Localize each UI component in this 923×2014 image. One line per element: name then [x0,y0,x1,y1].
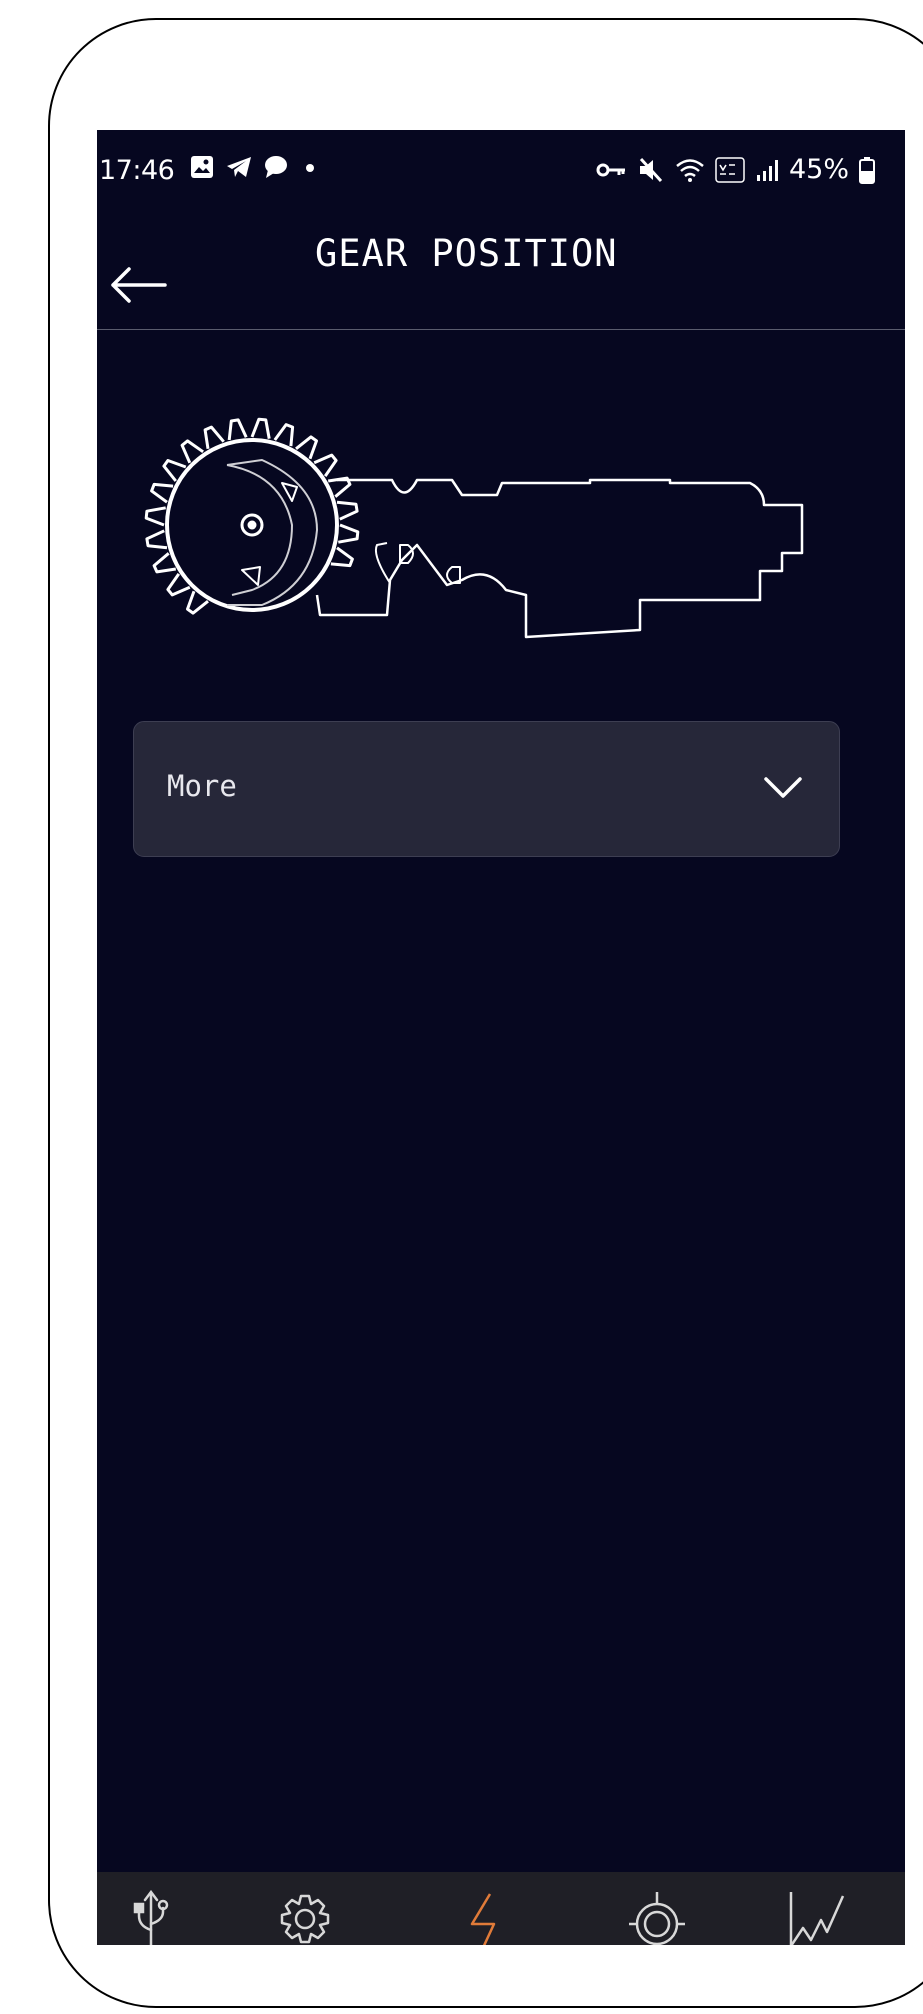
vpn-key-icon [596,163,625,176]
more-dropdown[interactable]: More [133,721,840,857]
app-screen: 17:46 45% GEAR POSITION More [97,130,905,1945]
bottom-nav [97,1872,905,1945]
target-icon[interactable] [625,1890,689,1945]
dropdown-label: More [167,769,237,803]
mute-icon [639,157,663,182]
image-icon [191,156,213,178]
page-title: GEAR POSITION [315,232,618,275]
battery-icon [859,156,875,184]
status-bar: 17:46 45% [97,130,905,192]
dot-icon [306,164,314,172]
back-arrow-icon[interactable] [107,265,167,305]
chat-icon [265,156,287,178]
status-time: 17:46 [99,155,175,186]
usb-icon[interactable] [119,1890,183,1945]
volte-icon [715,156,745,183]
gear-position-diagram [144,417,804,639]
chart-icon[interactable] [785,1890,849,1945]
gear-icon[interactable] [273,1890,337,1945]
chevron-down-icon [764,777,802,798]
telegram-icon [227,157,251,177]
signal-icon [756,159,778,181]
wifi-icon [676,158,704,182]
battery-percent: 45% [788,154,849,185]
lightning-icon[interactable] [452,1890,516,1945]
